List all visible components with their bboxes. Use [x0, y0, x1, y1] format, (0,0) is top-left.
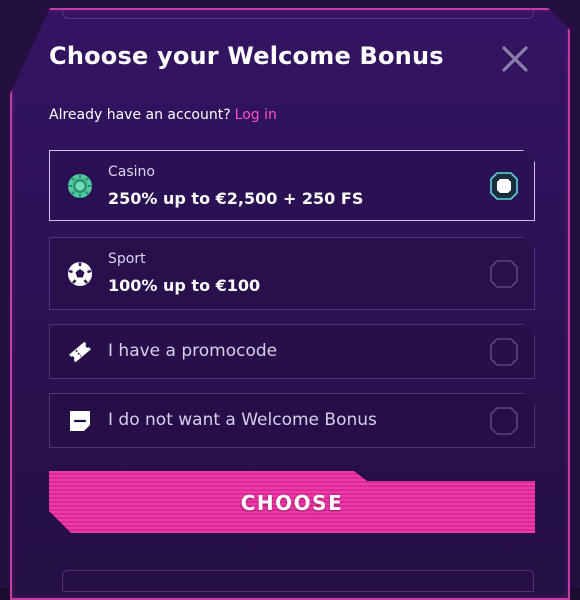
login-link[interactable]: Log in: [235, 107, 277, 123]
option-value-label: 250% up to €2,500 + 250 FS: [108, 189, 364, 208]
radio-empty-icon[interactable]: [490, 407, 518, 435]
modal-title: Choose your Welcome Bonus: [49, 42, 444, 70]
radio-empty-icon[interactable]: [490, 338, 518, 366]
option-category-label: Casino: [108, 164, 155, 180]
radio-empty-icon[interactable]: [490, 260, 518, 288]
account-prompt-text: Already have an account?: [49, 107, 231, 123]
no-bonus-icon: [66, 407, 94, 435]
modal-top-decoration: [62, 8, 534, 19]
bonus-option-no-bonus[interactable]: I do not want a Welcome Bonus: [49, 393, 535, 448]
choose-button-label: CHOOSE: [240, 491, 344, 515]
modal-bottom-decoration: [62, 570, 534, 592]
bonus-option-promocode[interactable]: I have a promocode: [49, 324, 535, 379]
option-value-label: 100% up to €100: [108, 276, 261, 295]
casino-chip-icon: [66, 172, 94, 200]
soccer-ball-icon: [66, 260, 94, 288]
close-icon[interactable]: [500, 44, 530, 74]
bonus-option-sport[interactable]: Sport 100% up to €100: [49, 237, 535, 310]
option-category-label: Sport: [108, 251, 146, 267]
ticket-icon: [66, 338, 94, 366]
account-prompt: Already have an account? Log in: [49, 107, 277, 123]
radio-selected-icon[interactable]: [490, 172, 518, 200]
option-label: I have a promocode: [108, 341, 278, 361]
bonus-option-casino[interactable]: Casino 250% up to €2,500 + 250 FS: [49, 150, 535, 221]
option-label: I do not want a Welcome Bonus: [108, 410, 377, 430]
choose-button[interactable]: CHOOSE: [49, 471, 535, 533]
